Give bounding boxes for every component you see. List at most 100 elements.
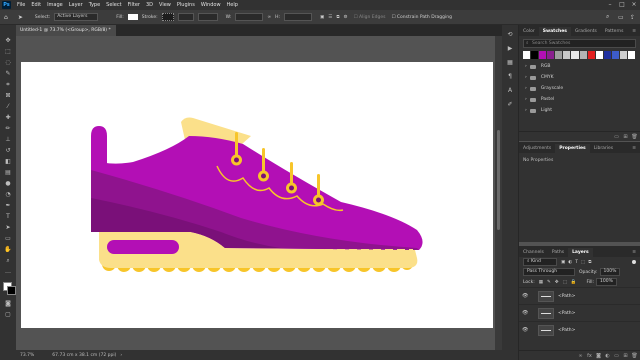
- menu-layer[interactable]: Layer: [69, 2, 83, 8]
- tab-properties[interactable]: Properties: [555, 144, 590, 153]
- tab-layers[interactable]: Layers: [568, 248, 593, 257]
- visibility-eye-icon[interactable]: 👁: [522, 293, 532, 299]
- menu-3d[interactable]: 3D: [146, 2, 153, 8]
- move-tool-icon[interactable]: ✥: [4, 37, 12, 44]
- frame-tool-icon[interactable]: ⊠: [4, 92, 12, 99]
- color-swatch[interactable]: [555, 51, 563, 59]
- maximize-icon[interactable]: □: [616, 0, 628, 10]
- zoom-level[interactable]: 73.7%: [20, 353, 34, 358]
- paragraph-icon[interactable]: ¶: [506, 73, 514, 80]
- select-dropdown[interactable]: Active Layers: [54, 13, 99, 21]
- panel-menu-icon[interactable]: ≡: [628, 248, 640, 257]
- menu-file[interactable]: File: [17, 2, 25, 8]
- color-swatch[interactable]: [523, 51, 531, 59]
- search-icon[interactable]: ⌕: [606, 13, 609, 21]
- filter-adjustment-icon[interactable]: ◐: [568, 260, 572, 265]
- blend-mode-dropdown[interactable]: Pass Through: [523, 268, 575, 276]
- brush-settings-icon[interactable]: ✐: [506, 101, 514, 108]
- more-tools-icon[interactable]: …: [4, 268, 12, 275]
- home-icon[interactable]: ⌂: [4, 14, 8, 21]
- visibility-eye-icon[interactable]: 👁: [522, 310, 532, 316]
- panel-menu-icon[interactable]: ≡: [628, 27, 640, 36]
- history-brush-tool-icon[interactable]: ↺: [4, 147, 12, 154]
- link-layers-icon[interactable]: ∞: [577, 353, 584, 359]
- tab-swatches[interactable]: Swatches: [538, 27, 571, 36]
- new-group-icon[interactable]: ▭: [613, 353, 620, 359]
- filter-smart-icon[interactable]: ⧉: [588, 259, 591, 265]
- eraser-tool-icon[interactable]: ◧: [4, 158, 12, 165]
- tab-libraries[interactable]: Libraries: [590, 144, 617, 153]
- menu-type[interactable]: Type: [89, 2, 100, 8]
- dodge-tool-icon[interactable]: ◔: [4, 191, 12, 198]
- filter-toggle-icon[interactable]: [632, 260, 636, 264]
- tab-color[interactable]: Color: [519, 27, 539, 36]
- status-arrow-icon[interactable]: ›: [120, 353, 122, 358]
- color-swatch[interactable]: [571, 51, 579, 59]
- new-group-icon[interactable]: ▭: [613, 134, 620, 140]
- vertical-scroll-thumb[interactable]: [497, 130, 500, 230]
- stroke-type-dropdown[interactable]: [197, 13, 218, 21]
- photoshop-logo-icon[interactable]: Ps: [2, 1, 11, 9]
- filter-type-icon[interactable]: T: [575, 260, 578, 265]
- swatches-search-input[interactable]: ⌕ Search Swatches: [523, 39, 636, 48]
- filter-pixel-icon[interactable]: ▣: [561, 260, 565, 265]
- panel-menu-icon[interactable]: ≡: [628, 144, 640, 153]
- layer-style-icon[interactable]: fx: [586, 353, 593, 359]
- quick-mask-icon[interactable]: ◙: [4, 300, 12, 307]
- color-swatch[interactable]: [539, 51, 547, 59]
- color-swatch[interactable]: [611, 51, 619, 59]
- height-field[interactable]: [284, 13, 312, 21]
- crop-tool-icon[interactable]: ⌗: [4, 81, 12, 88]
- zoom-tool-icon[interactable]: ⌕: [4, 257, 12, 264]
- color-swatch[interactable]: [603, 51, 611, 59]
- color-swatch[interactable]: [531, 51, 539, 59]
- color-swatch[interactable]: [563, 51, 571, 59]
- color-swatch[interactable]: [547, 51, 555, 59]
- path-alignment-icon[interactable]: ☰: [328, 15, 332, 20]
- menu-help[interactable]: Help: [227, 2, 238, 8]
- menu-window[interactable]: Window: [201, 2, 221, 8]
- align-edges-checkbox[interactable]: ☐ Align Edges: [354, 15, 386, 20]
- gradient-tool-icon[interactable]: ▤: [4, 169, 12, 176]
- width-field[interactable]: [235, 13, 264, 21]
- menu-image[interactable]: Image: [47, 2, 63, 8]
- color-swatch[interactable]: [628, 51, 636, 59]
- share-icon[interactable]: ⇪: [630, 14, 635, 21]
- pen-tool-icon[interactable]: ✒: [4, 202, 12, 209]
- lock-pixels-icon[interactable]: ▦: [539, 280, 543, 285]
- layer-row[interactable]: 👁 <Path>: [519, 321, 640, 338]
- swatch-folder-rgb[interactable]: › RGB: [519, 61, 640, 72]
- path-arrangement-icon[interactable]: ⧉: [336, 14, 339, 20]
- quick-select-tool-icon[interactable]: ✎: [4, 70, 12, 77]
- color-swatch[interactable]: [619, 51, 628, 59]
- healing-brush-tool-icon[interactable]: ✚: [4, 114, 12, 121]
- filter-shape-icon[interactable]: ⬚: [581, 260, 585, 265]
- menu-plugins[interactable]: Plugins: [177, 2, 195, 8]
- new-layer-icon[interactable]: ⊞: [622, 353, 629, 359]
- constrain-path-checkbox[interactable]: ☐ Constrain Path Dragging: [391, 15, 452, 20]
- lasso-tool-icon[interactable]: ◌: [4, 59, 12, 66]
- lock-paint-icon[interactable]: ✎: [547, 280, 551, 285]
- tab-paths[interactable]: Paths: [548, 248, 568, 257]
- menu-filter[interactable]: Filter: [128, 2, 140, 8]
- background-color-swatch[interactable]: [7, 286, 16, 295]
- swatch-folder-cmyk[interactable]: › CMYK: [519, 72, 640, 83]
- lock-position-icon[interactable]: ✥: [555, 280, 559, 285]
- history-icon[interactable]: ⟲: [506, 31, 514, 38]
- lock-all-icon[interactable]: 🔒: [571, 280, 577, 285]
- rectangle-tool-icon[interactable]: ▭: [4, 235, 12, 242]
- minimize-icon[interactable]: –: [604, 0, 616, 10]
- type-tool-icon[interactable]: T: [4, 213, 12, 220]
- fill-swatch[interactable]: [127, 13, 138, 21]
- lock-artboard-icon[interactable]: ⬚: [563, 280, 567, 285]
- stroke-width-field[interactable]: [177, 13, 194, 21]
- path-selection-tool-icon-2[interactable]: ➤: [4, 224, 12, 231]
- filter-kind-dropdown[interactable]: ⌕ Kind: [523, 258, 557, 266]
- menu-view[interactable]: View: [159, 2, 171, 8]
- add-mask-icon[interactable]: ◙: [595, 353, 602, 359]
- tab-channels[interactable]: Channels: [519, 248, 548, 257]
- marquee-tool-icon[interactable]: ⬚: [4, 48, 12, 55]
- type-icon[interactable]: A: [506, 87, 514, 94]
- layer-row[interactable]: 👁 <Path>: [519, 304, 640, 321]
- workspace-icon[interactable]: ▭: [618, 14, 624, 21]
